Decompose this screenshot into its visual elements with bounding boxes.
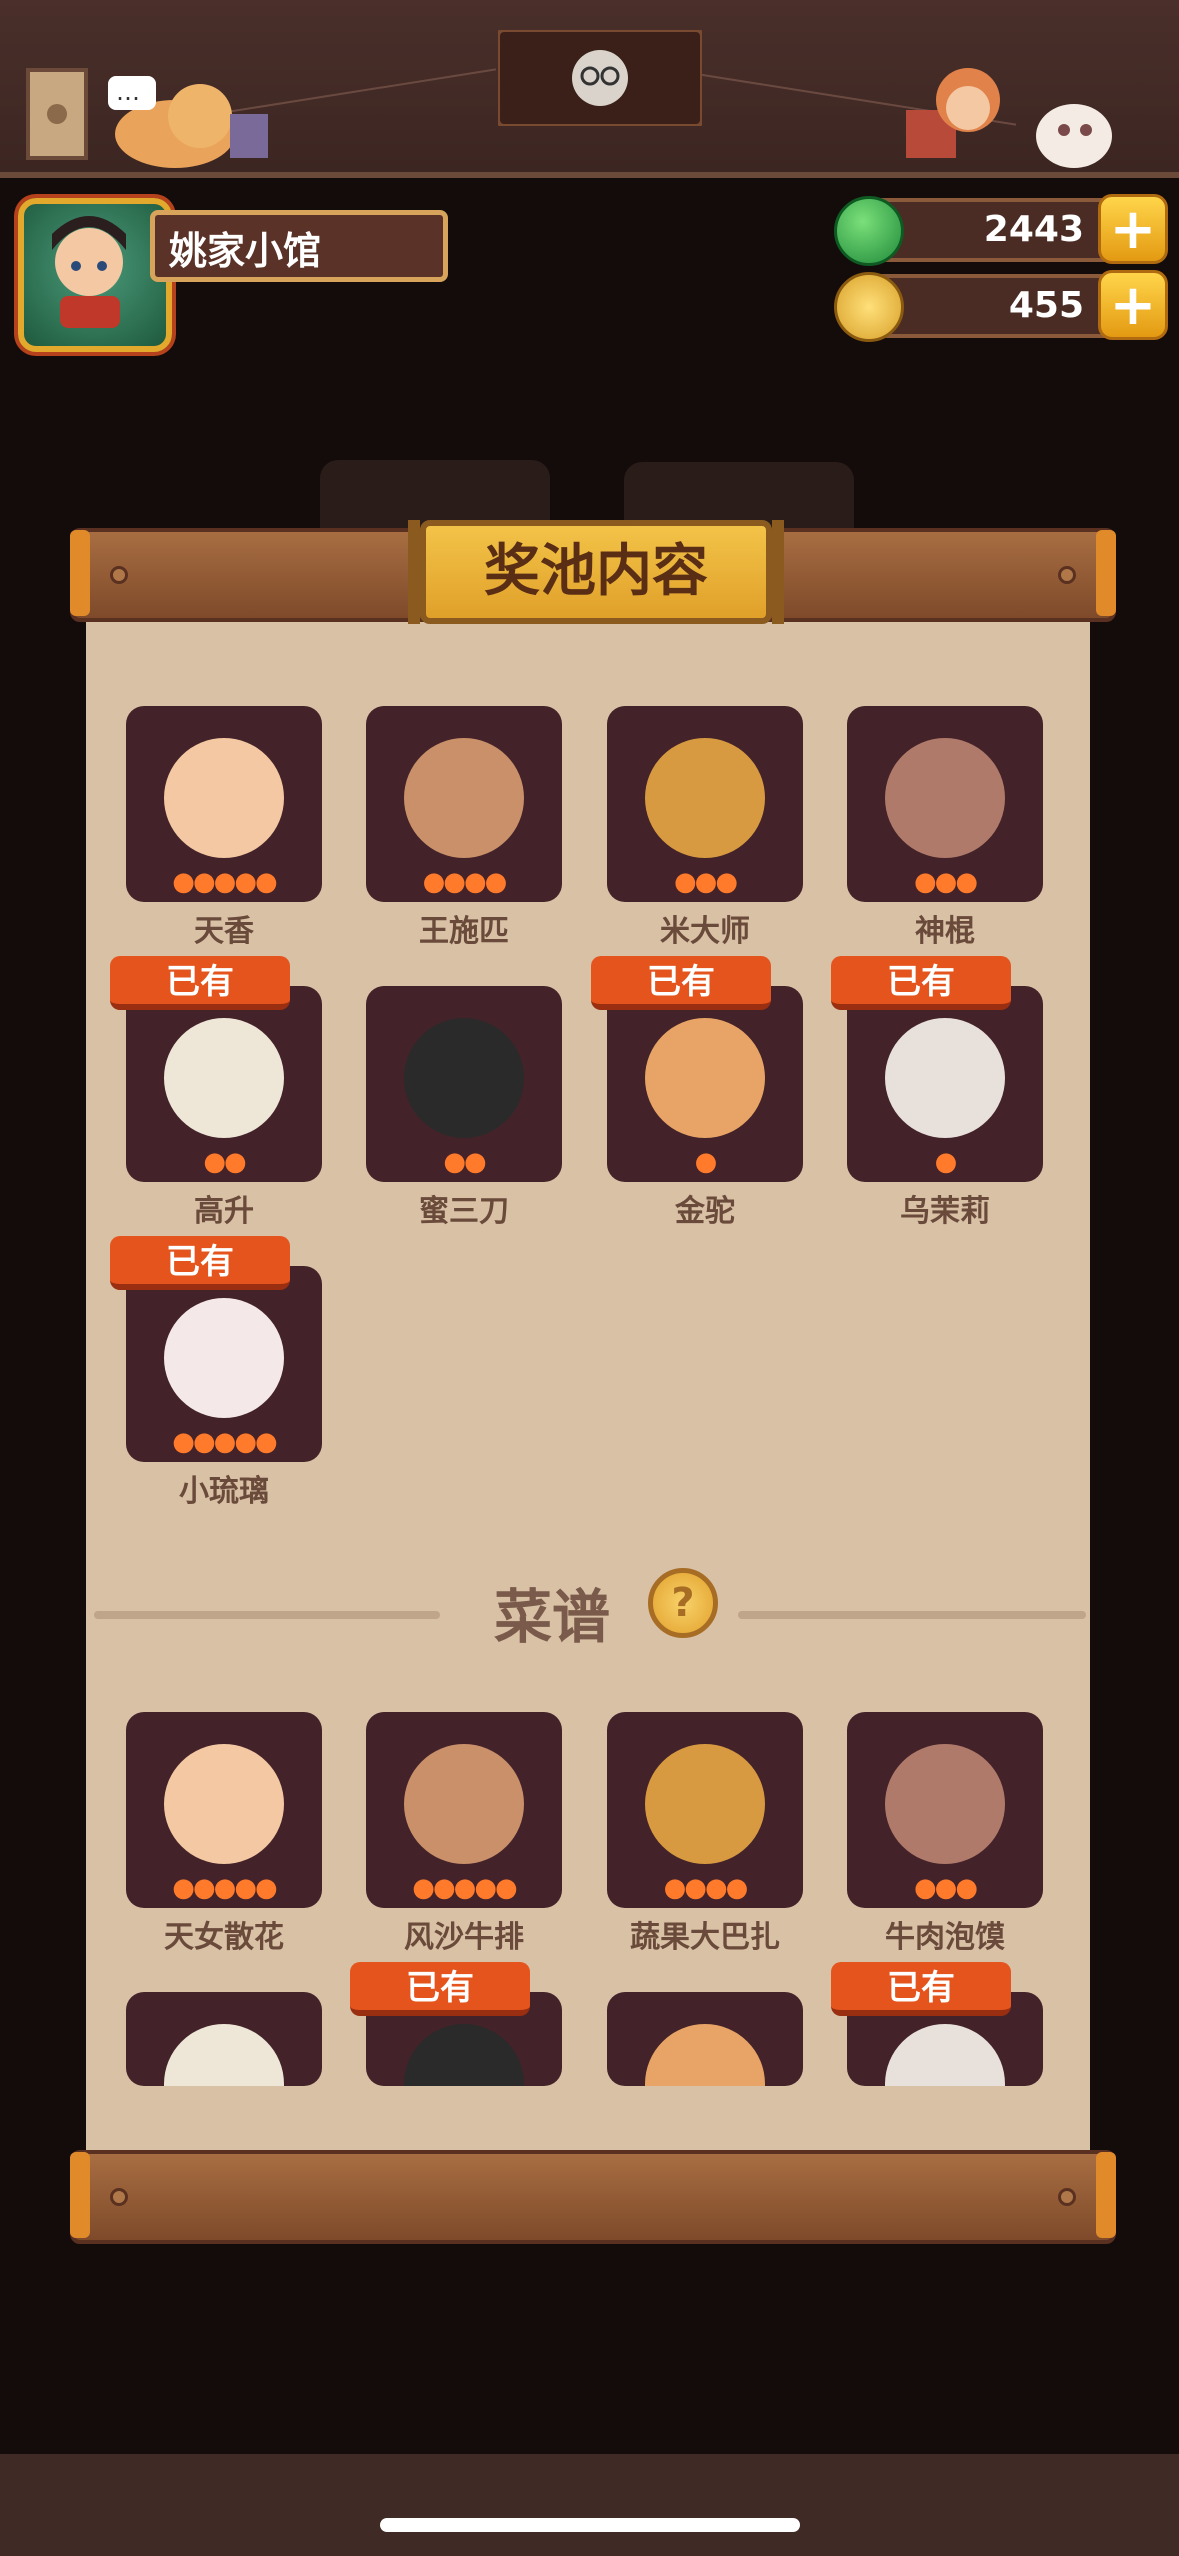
character-card[interactable]: ●●●●● xyxy=(126,706,322,902)
character-name: 金驼 xyxy=(675,1194,735,1229)
recipe-card[interactable]: ●●● xyxy=(847,1712,1043,1908)
character-portrait-icon xyxy=(885,738,1005,858)
white-cat-icon xyxy=(1036,104,1112,168)
recipe-portrait-icon xyxy=(164,1744,284,1864)
player-avatar[interactable] xyxy=(18,198,172,352)
rarity-flame-icon: ●●●● xyxy=(422,867,508,897)
character-portrait-icon xyxy=(404,1018,524,1138)
owned-badge: 已有 xyxy=(110,956,290,1010)
character-name: 蜜三刀 xyxy=(419,1194,509,1229)
avatar-portrait-icon xyxy=(52,216,126,328)
character-portrait-icon xyxy=(164,738,284,858)
character-portrait-icon xyxy=(404,738,524,858)
character-portrait-icon xyxy=(164,1298,284,1418)
recipe-card[interactable]: ●●●●● xyxy=(366,1712,562,1908)
coin-currency: 455 + xyxy=(834,270,1168,342)
recipe-portrait-icon xyxy=(885,1744,1005,1864)
rarity-flame-icon: ● xyxy=(934,1147,958,1177)
section-divider-left xyxy=(94,1611,440,1619)
owned-badge: 已有 xyxy=(110,1236,290,1290)
character-name: 神棍 xyxy=(915,914,975,949)
scroll-sign-icon xyxy=(26,68,88,160)
recipe-section-title: 菜谱 xyxy=(494,1583,611,1651)
character-name: 米大师 xyxy=(660,914,750,949)
character-card[interactable]: ●● xyxy=(126,986,322,1182)
character-portrait-icon xyxy=(164,1018,284,1138)
copper-coin-icon xyxy=(834,272,904,342)
chef-boy-icon xyxy=(906,68,1000,158)
character-card[interactable]: ● xyxy=(607,986,803,1182)
owned-badge: 已有 xyxy=(350,1962,530,2016)
character-card[interactable]: ● xyxy=(847,986,1043,1182)
rarity-flame-icon: ●●● xyxy=(673,867,738,897)
jade-currency: 2443 + xyxy=(834,194,1168,266)
home-indicator[interactable] xyxy=(380,2518,800,2532)
rarity-flame-icon: ●●●●● xyxy=(172,1873,277,1903)
owned-badge: 已有 xyxy=(831,956,1011,1010)
recipe-card[interactable]: ●●●● xyxy=(607,1712,803,1908)
jade-amount: 2443 xyxy=(983,209,1084,250)
recipe-name: 天女散花 xyxy=(164,1920,284,1955)
recipe-card[interactable]: ●●●●● xyxy=(126,1712,322,1908)
recipe-portrait-icon xyxy=(164,2024,284,2086)
recipe-name: 风沙牛排 xyxy=(404,1920,524,1955)
character-card[interactable]: ●● xyxy=(366,986,562,1182)
help-button[interactable]: ? xyxy=(648,1568,718,1638)
rarity-flame-icon: ● xyxy=(694,1147,718,1177)
rarity-flame-icon: ●●●●● xyxy=(172,867,277,897)
rarity-flame-icon: ●●●●● xyxy=(412,1873,517,1903)
hanging-banner-icon xyxy=(498,30,702,126)
character-card[interactable]: ●●● xyxy=(847,706,1043,902)
character-name: 王施匹 xyxy=(419,914,509,949)
section-divider-right xyxy=(738,1611,1086,1619)
jade-coin-icon xyxy=(834,196,904,266)
rarity-flame-icon: ●●● xyxy=(913,867,978,897)
top-banner: … xyxy=(0,0,1179,178)
cat-mascot-icon: … xyxy=(108,76,268,168)
character-portrait-icon xyxy=(645,738,765,858)
recipe-card[interactable] xyxy=(126,1992,322,2086)
bottom-strip xyxy=(0,2454,1179,2556)
character-name: 高升 xyxy=(194,1194,254,1229)
rarity-flame-icon: ●●● xyxy=(913,1873,978,1903)
rarity-flame-icon: ●●●● xyxy=(663,1873,749,1903)
recipe-portrait-icon xyxy=(404,1744,524,1864)
rarity-flame-icon: ●● xyxy=(443,1147,486,1177)
rarity-flame-icon: ●● xyxy=(203,1147,246,1177)
character-name: 乌茉莉 xyxy=(900,1194,990,1229)
character-card[interactable]: ●●●● xyxy=(366,706,562,902)
owned-badge: 已有 xyxy=(591,956,771,1010)
recipe-portrait-icon xyxy=(885,2024,1005,2086)
panel-title: 奖池内容 xyxy=(408,520,784,624)
recipe-portrait-icon xyxy=(645,1744,765,1864)
rarity-flame-icon: ●●●●● xyxy=(172,1427,277,1457)
character-name: 小琉璃 xyxy=(179,1474,269,1509)
panel-bottom-board xyxy=(70,2150,1116,2244)
shop-name[interactable]: 姚家小馆 xyxy=(150,210,448,282)
recipe-name: 蔬果大巴扎 xyxy=(630,1920,780,1955)
svg-text:…: … xyxy=(116,78,140,106)
recipe-card[interactable] xyxy=(607,1992,803,2086)
add-jade-button[interactable]: + xyxy=(1098,194,1168,264)
recipe-portrait-icon xyxy=(645,2024,765,2086)
character-card[interactable]: ●●●●● xyxy=(126,1266,322,1462)
character-name: 天香 xyxy=(194,914,254,949)
coin-amount: 455 xyxy=(1008,285,1084,326)
recipe-name: 牛肉泡馍 xyxy=(885,1920,1005,1955)
owned-badge: 已有 xyxy=(831,1962,1011,2016)
recipe-portrait-icon xyxy=(404,2024,524,2086)
add-coin-button[interactable]: + xyxy=(1098,270,1168,340)
character-card[interactable]: ●●● xyxy=(607,706,803,902)
character-portrait-icon xyxy=(645,1018,765,1138)
character-portrait-icon xyxy=(885,1018,1005,1138)
